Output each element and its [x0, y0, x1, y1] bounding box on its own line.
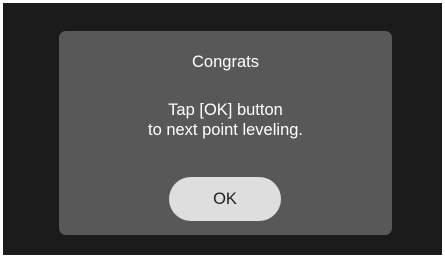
ok-button[interactable]: OK [169, 177, 281, 221]
dialog-title: Congrats [192, 53, 259, 71]
device-screen: Congrats Tap [OK] button to next point l… [3, 3, 442, 255]
dialog-message-line-1: Tap [OK] button [168, 101, 283, 119]
dialog-message-line-2: to next point leveling. [147, 121, 304, 139]
congrats-dialog: Congrats Tap [OK] button to next point l… [59, 31, 392, 235]
dialog-message: Tap [OK] button to next point leveling. [59, 100, 392, 140]
